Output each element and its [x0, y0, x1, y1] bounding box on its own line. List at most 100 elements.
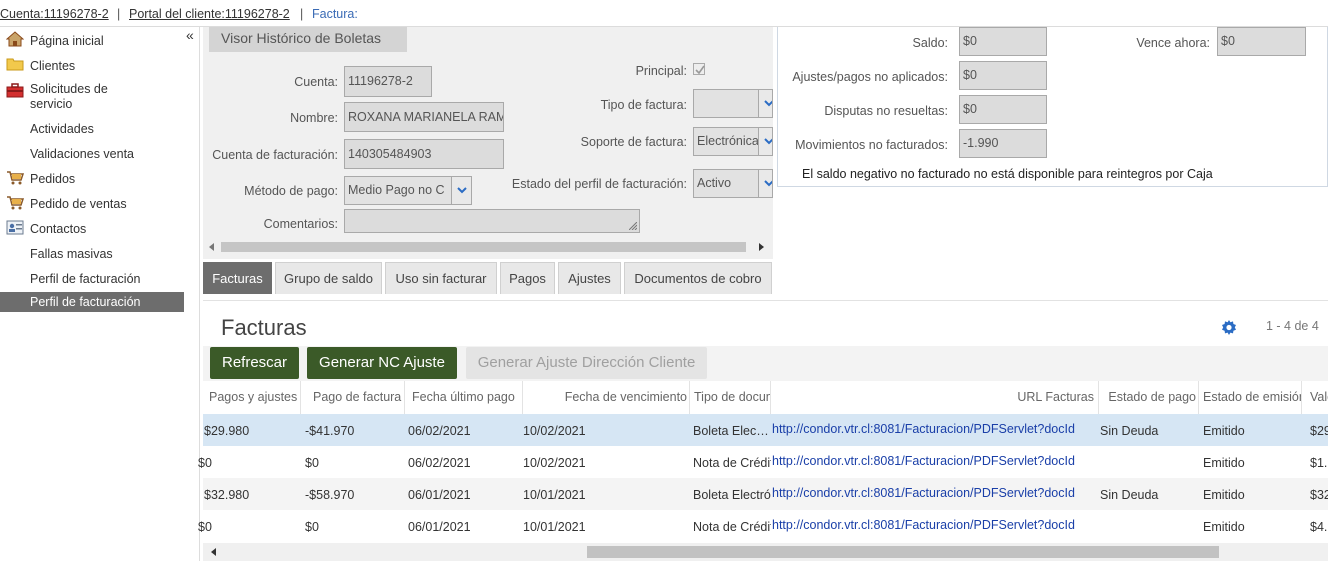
tab-ajustes[interactable]: Ajustes: [558, 262, 621, 294]
cuenta-facturacion-field[interactable]: 140305484903: [344, 139, 504, 169]
breadcrumb-separator: |: [117, 7, 121, 21]
chevron-down-icon[interactable]: [758, 128, 772, 155]
column-header[interactable]: Fecha último pago: [405, 381, 523, 414]
table-row[interactable]: $0 $0 06/02/2021 10/02/2021 Nota de Créd…: [198, 446, 1328, 478]
breadcrumb: Cuenta:11196278-2 | Portal del cliente:1…: [0, 0, 1328, 27]
metodo-pago-select[interactable]: Medio Pago no C: [344, 176, 472, 205]
scroll-right-icon[interactable]: [759, 243, 765, 251]
fecha-ultimo-pago-cell: 06/01/2021: [408, 488, 471, 502]
soporte-factura-label: Soporte de factura:: [580, 135, 687, 149]
valor-cell: $1.9: [1310, 456, 1328, 470]
chevron-down-icon[interactable]: [758, 170, 772, 197]
visor-historico-button[interactable]: Visor Histórico de Boletas: [209, 27, 407, 52]
negative-balance-note: El saldo negativo no facturado no está d…: [802, 167, 1213, 181]
sidebar-item-label: Perfil de facturación: [30, 295, 141, 309]
sidebar-item-pedido-de-ventas[interactable]: Pedido de ventas: [0, 195, 184, 215]
tab-facturas[interactable]: Facturas: [203, 262, 272, 294]
pagos-ajustes-cell: $0: [198, 456, 212, 470]
tab-documentos-de-cobro[interactable]: Documentos de cobro: [624, 262, 772, 294]
url-factura-link[interactable]: http://condor.vtr.cl:8081/Facturacion/PD…: [772, 510, 1099, 542]
scroll-left-icon[interactable]: [211, 548, 217, 556]
collapse-sidebar-icon[interactable]: «: [186, 27, 194, 43]
tab-grupo-de-saldo[interactable]: Grupo de saldo: [275, 262, 382, 294]
sidebar-item-clientes[interactable]: Clientes: [0, 56, 184, 76]
chevron-down-icon[interactable]: [758, 90, 772, 117]
sidebar-item-solicitudes[interactable]: Solicitudes de servicio: [0, 81, 184, 113]
pago-factura-cell: -$58.970: [305, 488, 355, 502]
cuenta-field[interactable]: 11196278-2: [344, 66, 432, 97]
generate-nc-button[interactable]: Generar NC Ajuste: [307, 347, 457, 379]
sidebar-item-perfil-facturacion-active[interactable]: Perfil de facturación: [0, 292, 184, 312]
vence-ahora-field[interactable]: $0: [1217, 27, 1306, 56]
sidebar-item-label: Pedido de ventas: [30, 197, 127, 211]
estado-perfil-label: Estado del perfil de facturación:: [511, 177, 687, 191]
checkmark-icon: [695, 65, 705, 75]
tipo-documento-cell: Boleta Electrónica: [693, 488, 771, 502]
fecha-vencimiento-cell: 10/01/2021: [523, 520, 586, 534]
sidebar: « Página inicial Clientes Solicitudes de…: [0, 27, 200, 561]
table-row[interactable]: $32.980 -$58.970 06/01/2021 10/01/2021 B…: [203, 478, 1328, 510]
scrollbar-thumb[interactable]: [587, 546, 1219, 558]
fecha-ultimo-pago-cell: 06/02/2021: [408, 424, 471, 438]
breadcrumb-separator: |: [300, 7, 304, 21]
table-row[interactable]: $0 $0 06/01/2021 10/01/2021 Nota de Créd…: [198, 510, 1328, 542]
column-header[interactable]: Pago de factura: [301, 381, 405, 414]
url-factura-link[interactable]: http://condor.vtr.cl:8081/Facturacion/PD…: [772, 414, 1099, 446]
tipo-factura-select[interactable]: [693, 89, 773, 118]
scrollbar-thumb[interactable]: [221, 242, 746, 252]
toolbox-icon: [6, 82, 24, 98]
movimientos-field[interactable]: -1.990: [959, 129, 1047, 158]
sidebar-item-pedidos[interactable]: Pedidos: [0, 170, 184, 190]
sidebar-item-fallas-masivas[interactable]: Fallas masivas: [0, 245, 184, 265]
ajustes-field[interactable]: $0: [959, 61, 1047, 90]
estado-perfil-value: Activo: [697, 176, 732, 190]
saldo-field[interactable]: $0: [959, 27, 1047, 56]
pago-factura-cell: $0: [305, 520, 319, 534]
tab-pagos[interactable]: Pagos: [500, 262, 555, 294]
balance-panel: Saldo: $0 Vence ahora: $0 Ajustes/pagos …: [777, 27, 1328, 187]
fecha-vencimiento-cell: 10/02/2021: [523, 424, 586, 438]
comentarios-textarea[interactable]: [344, 209, 640, 233]
url-factura-link[interactable]: http://condor.vtr.cl:8081/Facturacion/PD…: [772, 446, 1099, 478]
estado-pago-cell: Sin Deuda: [1100, 488, 1159, 502]
sidebar-item-contactos[interactable]: Contactos: [0, 220, 184, 240]
scroll-left-icon[interactable]: [209, 243, 215, 251]
disputas-field[interactable]: $0: [959, 95, 1047, 124]
column-header[interactable]: Fecha de vencimiento: [523, 381, 690, 414]
sidebar-item-label: Perfil de facturación: [30, 272, 141, 286]
sidebar-item-label: Página inicial: [30, 34, 104, 48]
disputas-label: Disputas no resueltas:: [824, 104, 948, 118]
soporte-factura-select[interactable]: Electrónica: [693, 127, 773, 156]
valor-cell: $32: [1310, 488, 1328, 502]
fecha-ultimo-pago-cell: 06/02/2021: [408, 456, 471, 470]
column-header[interactable]: URL Facturas: [771, 381, 1099, 414]
nombre-field[interactable]: ROXANA MARIANELA RAMÍREZ: [344, 102, 504, 132]
sidebar-item-pagina-inicial[interactable]: Página inicial: [0, 31, 184, 51]
table-row[interactable]: $29.980 -$41.970 06/02/2021 10/02/2021 B…: [203, 414, 1328, 446]
column-header[interactable]: Estado de pago: [1099, 381, 1199, 414]
principal-checkbox[interactable]: [693, 63, 705, 75]
column-header[interactable]: Pagos y ajustes: [203, 381, 301, 414]
breadcrumb-account-link[interactable]: Cuenta:11196278-2: [0, 7, 109, 21]
resize-handle-icon[interactable]: [629, 222, 637, 230]
form-horizontal-scrollbar[interactable]: [203, 240, 773, 254]
url-factura-link[interactable]: http://condor.vtr.cl:8081/Facturacion/PD…: [772, 478, 1099, 510]
chevron-down-icon[interactable]: [451, 177, 471, 204]
tab-uso-sin-facturar[interactable]: Uso sin facturar: [385, 262, 497, 294]
column-header[interactable]: Valor: [1302, 381, 1328, 414]
cuenta-label: Cuenta:: [294, 75, 338, 89]
estado-perfil-select[interactable]: Activo: [693, 169, 773, 198]
refresh-button[interactable]: Refrescar: [210, 347, 299, 379]
gear-icon[interactable]: [1221, 320, 1237, 339]
list-button-bar: Refrescar Generar NC Ajuste Generar Ajus…: [203, 346, 1328, 381]
column-header[interactable]: Tipo de documento: [690, 381, 771, 414]
estado-emision-cell: Emitido: [1203, 424, 1245, 438]
table-horizontal-scrollbar[interactable]: [203, 543, 1328, 561]
breadcrumb-portal-link[interactable]: Portal del cliente:11196278-2: [129, 7, 290, 21]
sidebar-item-perfil-facturacion[interactable]: Perfil de facturación: [0, 270, 184, 290]
column-header[interactable]: Estado de emisión: [1199, 381, 1302, 414]
fecha-vencimiento-cell: 10/02/2021: [523, 456, 586, 470]
pagos-ajustes-cell: $32.980: [204, 488, 250, 502]
sidebar-item-validaciones-venta[interactable]: Validaciones venta: [0, 146, 184, 166]
sidebar-item-actividades[interactable]: Actividades: [0, 121, 184, 141]
